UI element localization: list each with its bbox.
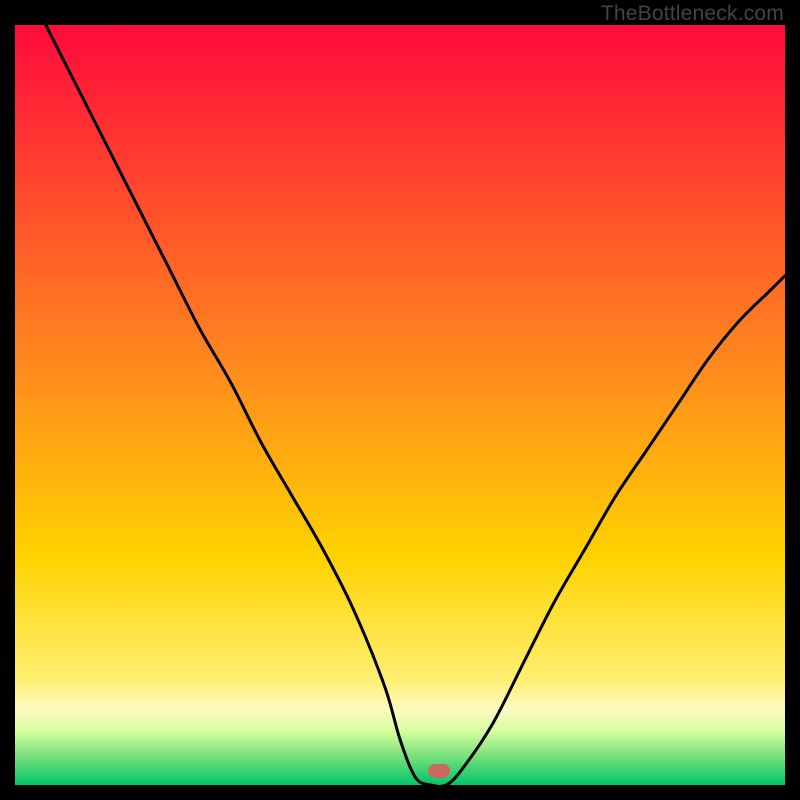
bottleneck-chart — [15, 25, 785, 785]
optimal-point-marker — [428, 764, 450, 778]
gradient-background — [15, 25, 785, 785]
watermark-text: TheBottleneck.com — [601, 2, 784, 26]
chart-frame: TheBottleneck.com — [0, 0, 800, 800]
